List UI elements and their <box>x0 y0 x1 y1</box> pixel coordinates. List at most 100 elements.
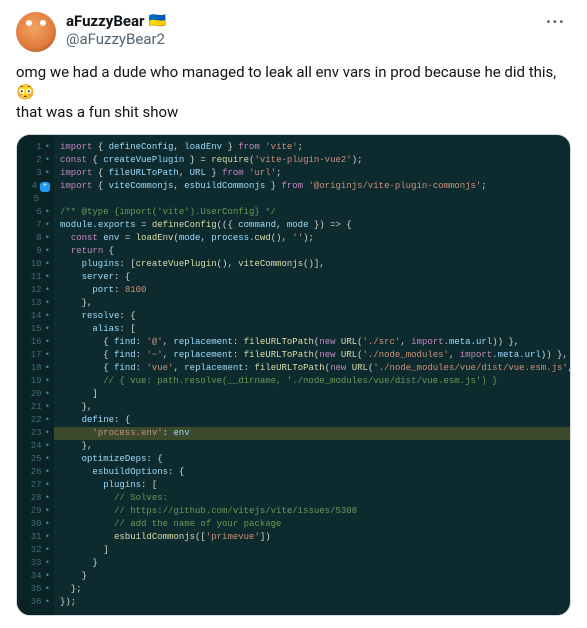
line-number: 33 <box>28 557 42 570</box>
code-line: plugins: [createVuePlugin(), viteCommonj… <box>60 258 562 271</box>
diff-dot-icon: • <box>45 557 50 570</box>
gutter-row: 35• <box>23 583 50 596</box>
line-number: 20 <box>28 388 42 401</box>
gutter-row: 1• <box>23 141 50 154</box>
user-block: aFuzzyBear 🇺🇦 @aFuzzyBear2 <box>66 12 540 48</box>
gutter-row: 3• <box>23 167 50 180</box>
tweet-text-part2: that was a fun shit show <box>16 103 178 121</box>
diff-dot-icon: • <box>45 518 50 531</box>
line-number: 28 <box>28 492 42 505</box>
code-line: // add the name of your package <box>60 518 562 531</box>
gutter-row: 8• <box>23 232 50 245</box>
line-number: 18 <box>28 362 42 375</box>
diff-dot-icon: • <box>45 310 50 323</box>
code-line: { find: '@', replacement: fileURLToPath(… <box>60 336 562 349</box>
code-line: /** @type {import('vite').UserConfig} */ <box>60 206 562 219</box>
gutter-row: 15• <box>23 323 50 336</box>
line-number: 35 <box>28 583 42 596</box>
line-number: 17 <box>28 349 42 362</box>
line-number: 23 <box>28 427 42 440</box>
line-number: 19 <box>28 375 42 388</box>
flushed-emoji: 😳 <box>16 82 35 102</box>
user-handle[interactable]: @aFuzzyBear2 <box>66 30 540 48</box>
code-line: plugins: [ <box>60 479 562 492</box>
line-number: 8 <box>28 232 42 245</box>
tweet-text-part1: omg we had a dude who managed to leak al… <box>16 63 560 81</box>
diff-dot-icon: • <box>45 297 50 310</box>
code-line: } <box>60 557 562 570</box>
diff-dot-icon: • <box>45 388 50 401</box>
diff-dot-icon: • <box>45 206 50 219</box>
code-screenshot[interactable]: 1•2•3•4+56•7•8•9•10•11•12•13•14•15•16•17… <box>16 134 571 616</box>
gutter-row: 28• <box>23 492 50 505</box>
tweet-text: omg we had a dude who managed to leak al… <box>16 62 571 122</box>
gutter-row: 24• <box>23 440 50 453</box>
diff-dot-icon: • <box>45 531 50 544</box>
diff-dot-icon: • <box>45 258 50 271</box>
diff-dot-icon: • <box>45 154 50 167</box>
avatar[interactable] <box>16 12 56 52</box>
code-line: const env = loadEnv(mode, process.cwd(),… <box>60 232 562 245</box>
diff-dot-icon: • <box>45 323 50 336</box>
gutter-row: 14• <box>23 310 50 323</box>
gutter-row: 36• <box>23 596 50 609</box>
tweet-header: aFuzzyBear 🇺🇦 @aFuzzyBear2 ··· <box>16 12 571 52</box>
line-number: 10 <box>28 258 42 271</box>
gutter-row: 6• <box>23 206 50 219</box>
gutter-row: 21• <box>23 401 50 414</box>
line-number: 24 <box>28 440 42 453</box>
diff-dot-icon: • <box>45 336 50 349</box>
diff-dot-icon: • <box>45 401 50 414</box>
line-number: 21 <box>28 401 42 414</box>
line-number: 1 <box>28 141 42 154</box>
diff-dot-icon: • <box>45 414 50 427</box>
line-number: 3 <box>28 167 42 180</box>
diff-dot-icon: • <box>45 219 50 232</box>
diff-dot-icon: • <box>45 375 50 388</box>
code-line <box>60 193 562 206</box>
gutter-row: 12• <box>23 284 50 297</box>
gutter-row: 32• <box>23 544 50 557</box>
display-name[interactable]: aFuzzyBear <box>66 12 145 30</box>
code-line: { find: 'vue', replacement: fileURLToPat… <box>60 362 562 375</box>
gutter-row: 26• <box>23 466 50 479</box>
diff-dot-icon: • <box>45 505 50 518</box>
diff-dot-icon: • <box>45 245 50 258</box>
code-line: const { createVuePlugin } = require('vit… <box>60 154 562 167</box>
diff-dot-icon: • <box>45 466 50 479</box>
gutter-row: 31• <box>23 531 50 544</box>
more-button[interactable]: ··· <box>540 12 571 33</box>
code-line: }); <box>60 596 562 609</box>
code-line: }; <box>60 583 562 596</box>
line-number: 15 <box>28 323 42 336</box>
name-row: aFuzzyBear 🇺🇦 <box>66 12 540 30</box>
line-number: 7 <box>28 219 42 232</box>
diff-dot-icon: • <box>45 596 50 609</box>
gutter-row: 33• <box>23 557 50 570</box>
gutter-row: 16• <box>23 336 50 349</box>
gutter-row: 11• <box>23 271 50 284</box>
gutter-row: 20• <box>23 388 50 401</box>
code-line: optimizeDeps: { <box>60 453 562 466</box>
diff-dot-icon: • <box>45 141 50 154</box>
line-number: 16 <box>28 336 42 349</box>
diff-dot-icon: • <box>45 362 50 375</box>
line-number: 2 <box>28 154 42 167</box>
gutter-row: 19• <box>23 375 50 388</box>
line-number: 25 <box>28 453 42 466</box>
gutter-row: 5 <box>23 193 50 206</box>
code-line: { find: '~', replacement: fileURLToPath(… <box>60 349 562 362</box>
code-line: }, <box>60 440 562 453</box>
diff-dot-icon: • <box>45 583 50 596</box>
code-line: import { fileURLToPath, URL } from 'url'… <box>60 167 562 180</box>
code-line: 'process.env': env <box>54 427 570 440</box>
diff-dot-icon: • <box>45 479 50 492</box>
diff-dot-icon: • <box>45 232 50 245</box>
tweet-container: aFuzzyBear 🇺🇦 @aFuzzyBear2 ··· omg we ha… <box>0 0 587 628</box>
code-line: // { vue: path.resolve(__dirname, './nod… <box>60 375 562 388</box>
diff-dot-icon: • <box>45 349 50 362</box>
line-number: 30 <box>28 518 42 531</box>
code-line: // Solves: <box>60 492 562 505</box>
line-number: 9 <box>28 245 42 258</box>
gutter-row: 4+ <box>23 180 50 193</box>
